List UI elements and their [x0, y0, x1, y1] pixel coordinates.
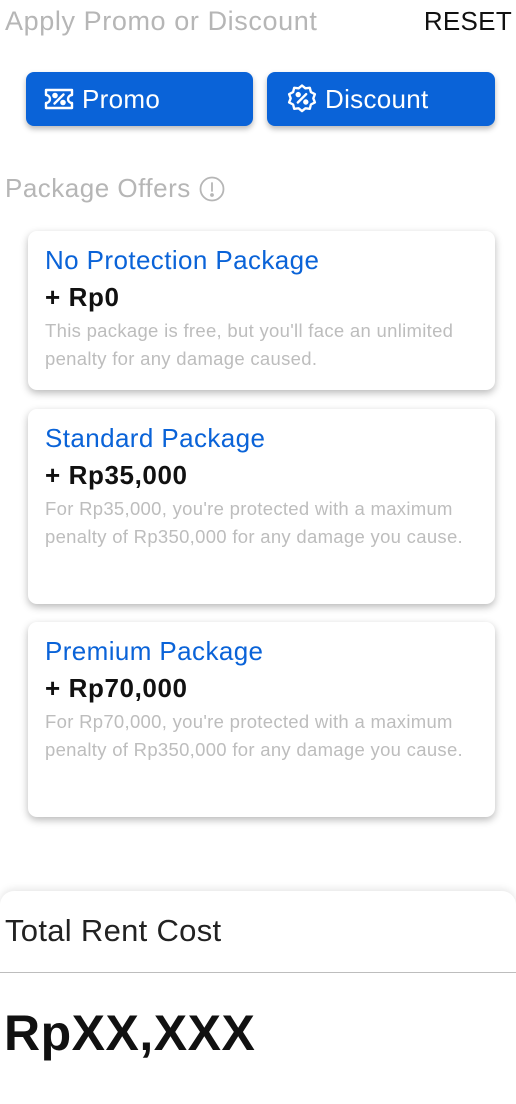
- package-price: + Rp70,000: [45, 673, 188, 703]
- total-rent-panel: Total Rent Cost RpXX,XXX: [0, 891, 516, 1104]
- discount-button[interactable]: Discount: [267, 72, 495, 126]
- package-price: + Rp0: [45, 282, 120, 312]
- page-title: Apply Promo or Discount: [5, 6, 318, 36]
- package-card-no-protection[interactable]: No Protection Package + Rp0 This package…: [28, 231, 495, 390]
- package-description: For Rp70,000, you're protected with a ma…: [45, 711, 463, 760]
- reset-button[interactable]: RESET: [424, 6, 512, 37]
- package-price: + Rp35,000: [45, 460, 188, 490]
- discount-button-label: Discount: [325, 83, 429, 114]
- divider: [0, 972, 516, 973]
- package-card-premium[interactable]: Premium Package + Rp70,000 For Rp70,000,…: [28, 622, 495, 817]
- promo-button[interactable]: Promo: [26, 72, 253, 126]
- package-offers-heading: Package Offers: [5, 173, 225, 204]
- package-description: This package is free, but you'll face an…: [45, 320, 454, 369]
- package-description: For Rp35,000, you're protected with a ma…: [45, 498, 463, 547]
- info-circle-icon[interactable]: [199, 176, 225, 202]
- total-rent-label: Total Rent Cost: [5, 913, 222, 948]
- badge-percent-icon: [285, 82, 319, 116]
- package-offers-title: Package Offers: [5, 173, 191, 203]
- promo-button-label: Promo: [82, 83, 161, 114]
- header: Apply Promo or Discount RESET: [0, 0, 516, 48]
- package-title: No Protection Package: [45, 245, 320, 275]
- total-rent-amount: RpXX,XXX: [4, 1005, 256, 1061]
- package-title: Standard Package: [45, 423, 266, 453]
- package-title: Premium Package: [45, 636, 264, 666]
- package-card-standard[interactable]: Standard Package + Rp35,000 For Rp35,000…: [28, 409, 495, 604]
- ticket-percent-icon: [42, 82, 76, 116]
